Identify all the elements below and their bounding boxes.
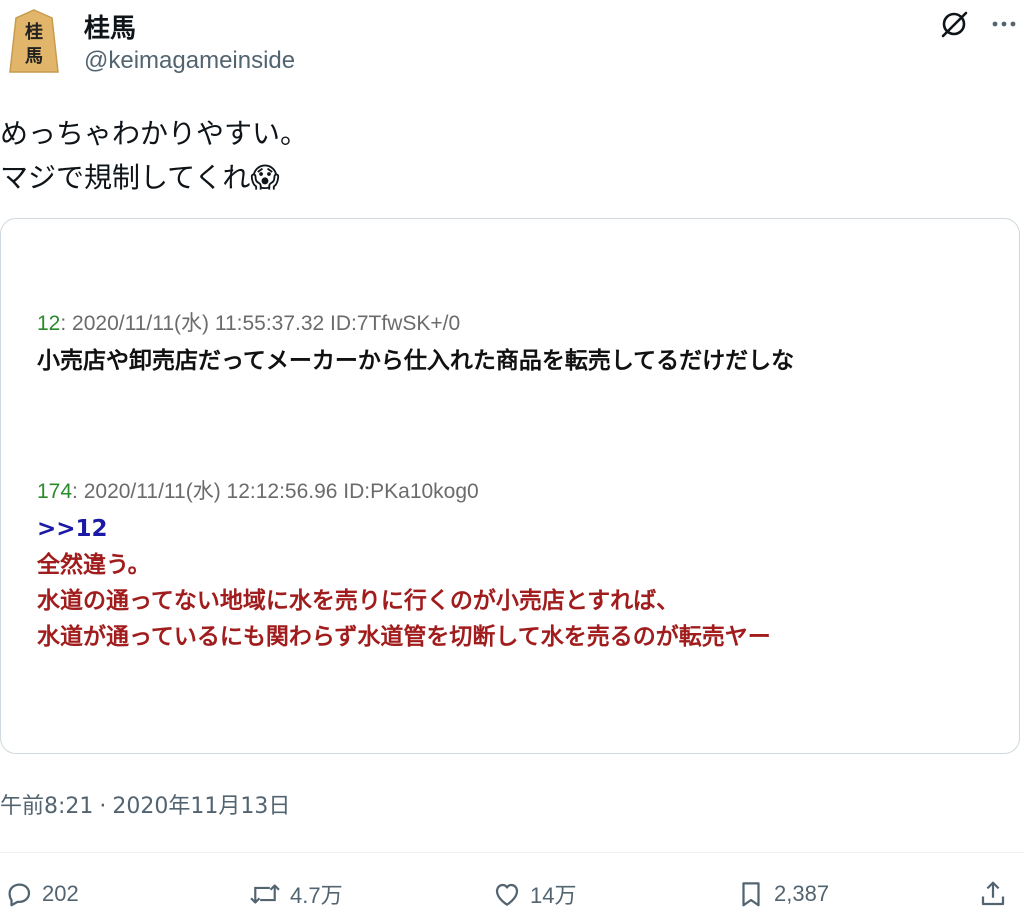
post-header: 12: 2020/11/11(水) 11:55:37.32 ID:7TfwSK+… <box>37 307 794 337</box>
avatar-char-2: 馬 <box>25 46 43 67</box>
grok-icon[interactable] <box>936 6 972 42</box>
forum-post: 12: 2020/11/11(水) 11:55:37.32 ID:7TfwSK+… <box>37 307 794 379</box>
divider <box>0 852 1024 853</box>
author-handle[interactable]: @keimagameinside <box>84 47 295 75</box>
like-count: 14万 <box>530 883 577 908</box>
tweet-text: めっちゃわかりやすい。 マジで規制してくれ😱 <box>0 112 308 200</box>
retweet-icon <box>250 884 280 904</box>
post-number: 174 <box>37 480 73 503</box>
retweet-button[interactable]: 4.7万 <box>248 874 343 914</box>
share-icon <box>981 881 1005 906</box>
post-date: 2020年11月13日 <box>112 794 291 819</box>
post-anchor: >>12 <box>37 516 108 542</box>
reply-button[interactable]: 202 <box>4 874 79 914</box>
heart-icon <box>495 883 519 906</box>
bookmark-button[interactable]: 2,387 <box>736 874 829 914</box>
tweet-line-2-text: マジで規制してくれ <box>0 161 251 194</box>
post-body-line: 全然違う。 <box>37 552 151 578</box>
post-number: 12 <box>37 312 61 335</box>
tweet-line-1: めっちゃわかりやすい。 <box>0 117 309 150</box>
like-button[interactable]: 14万 <box>492 874 576 914</box>
scream-emoji: 😱 <box>250 161 280 194</box>
image-card[interactable]: 12: 2020/11/11(水) 11:55:37.32 ID:7TfwSK+… <box>0 218 1020 754</box>
reply-count: 202 <box>42 881 79 906</box>
bookmark-icon <box>742 882 760 907</box>
post-header: 174: 2020/11/11(水) 12:12:56.96 ID:PKa10k… <box>37 475 771 505</box>
post-body-line: 小売店や卸売店だってメーカーから仕入れた商品を転売してるだけだしな <box>37 348 795 374</box>
shogi-piece-icon: 桂 馬 <box>9 9 59 73</box>
author-name[interactable]: 桂馬 <box>84 8 136 45</box>
avatar-char-1: 桂 <box>24 21 43 43</box>
bookmark-count: 2,387 <box>774 881 830 906</box>
forum-post: 174: 2020/11/11(水) 12:12:56.96 ID:PKa10k… <box>37 475 771 655</box>
more-options-icon[interactable] <box>986 6 1022 42</box>
post-meta: : 2020/11/11(水) 12:12:56.96 ID:PKa10kog0 <box>72 480 479 503</box>
avatar[interactable]: 桂 馬 桂馬 <box>8 8 60 74</box>
timestamp-separator: · <box>99 794 107 819</box>
reply-icon <box>8 883 31 907</box>
tweet-line-2: マジで規制してくれ😱 <box>0 156 308 200</box>
retweet-count: 4.7万 <box>290 883 343 908</box>
timestamp[interactable]: 午前8:21 · 2020年11月13日 <box>0 788 290 820</box>
share-button[interactable] <box>978 874 1008 914</box>
post-meta: : 2020/11/11(水) 11:55:37.32 ID:7TfwSK+/0 <box>60 312 461 335</box>
post-body-line: 水道が通っているにも関わらず水道管を切断して水を売るのが転売ヤー <box>37 624 771 650</box>
post-body-line: 水道の通ってない地域に水を売りに行くのが小売店とすれば、 <box>37 588 680 614</box>
post-time: 午前8:21 <box>0 794 94 819</box>
